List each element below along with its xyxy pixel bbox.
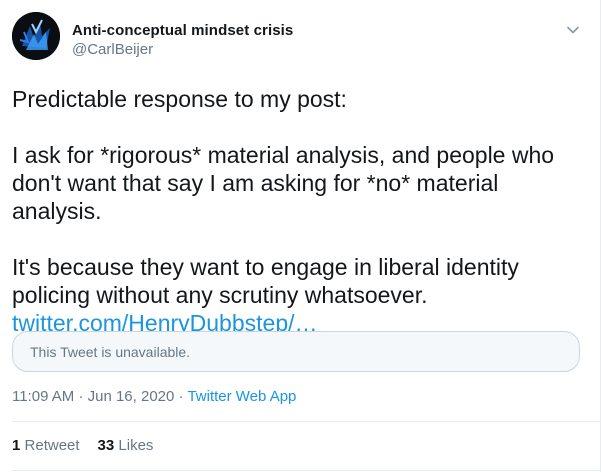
quoted-tweet-unavailable: This Tweet is unavailable. [12,331,580,372]
meta-separator: · [178,388,184,405]
tweet-paragraph-3: It's because they want to engage in libe… [12,254,519,308]
retweets-stat[interactable]: 1 Retweet [12,437,80,454]
tweet-date[interactable]: Jun 16, 2020 [88,388,175,405]
divider [12,470,600,471]
meta-separator: · [78,388,84,405]
more-options-button[interactable] [563,20,583,40]
tweet-stats: 1 Retweet 33 Likes [12,437,153,454]
chevron-down-icon [567,26,579,34]
tweet-paragraph-2: I ask for *rigorous* material analysis, … [12,142,555,224]
tweet-card: Anti-conceptual mindset crisis @CarlBeij… [0,0,601,472]
divider [12,421,600,422]
tweet-source[interactable]: Twitter Web App [187,388,296,405]
unavailable-text: This Tweet is unavailable. [30,344,191,360]
tweet-time[interactable]: 11:09 AM [12,388,74,405]
retweets-label: Retweet [24,437,80,454]
likes-count: 33 [97,437,115,454]
avatar[interactable] [12,12,60,60]
tweet-text: Predictable response to my post: I ask f… [12,85,587,337]
retweets-count: 1 [12,437,21,454]
likes-label: Likes [118,437,154,454]
author-handle[interactable]: @CarlBeijer [72,41,153,58]
likes-stat[interactable]: 33 Likes [98,437,154,454]
tweet-meta: 11:09 AM · Jun 16, 2020 · Twitter Web Ap… [12,388,296,405]
avatar-image [12,12,60,60]
author-display-name[interactable]: Anti-conceptual mindset crisis [72,22,293,39]
tweet-line-1: Predictable response to my post: [12,86,347,112]
